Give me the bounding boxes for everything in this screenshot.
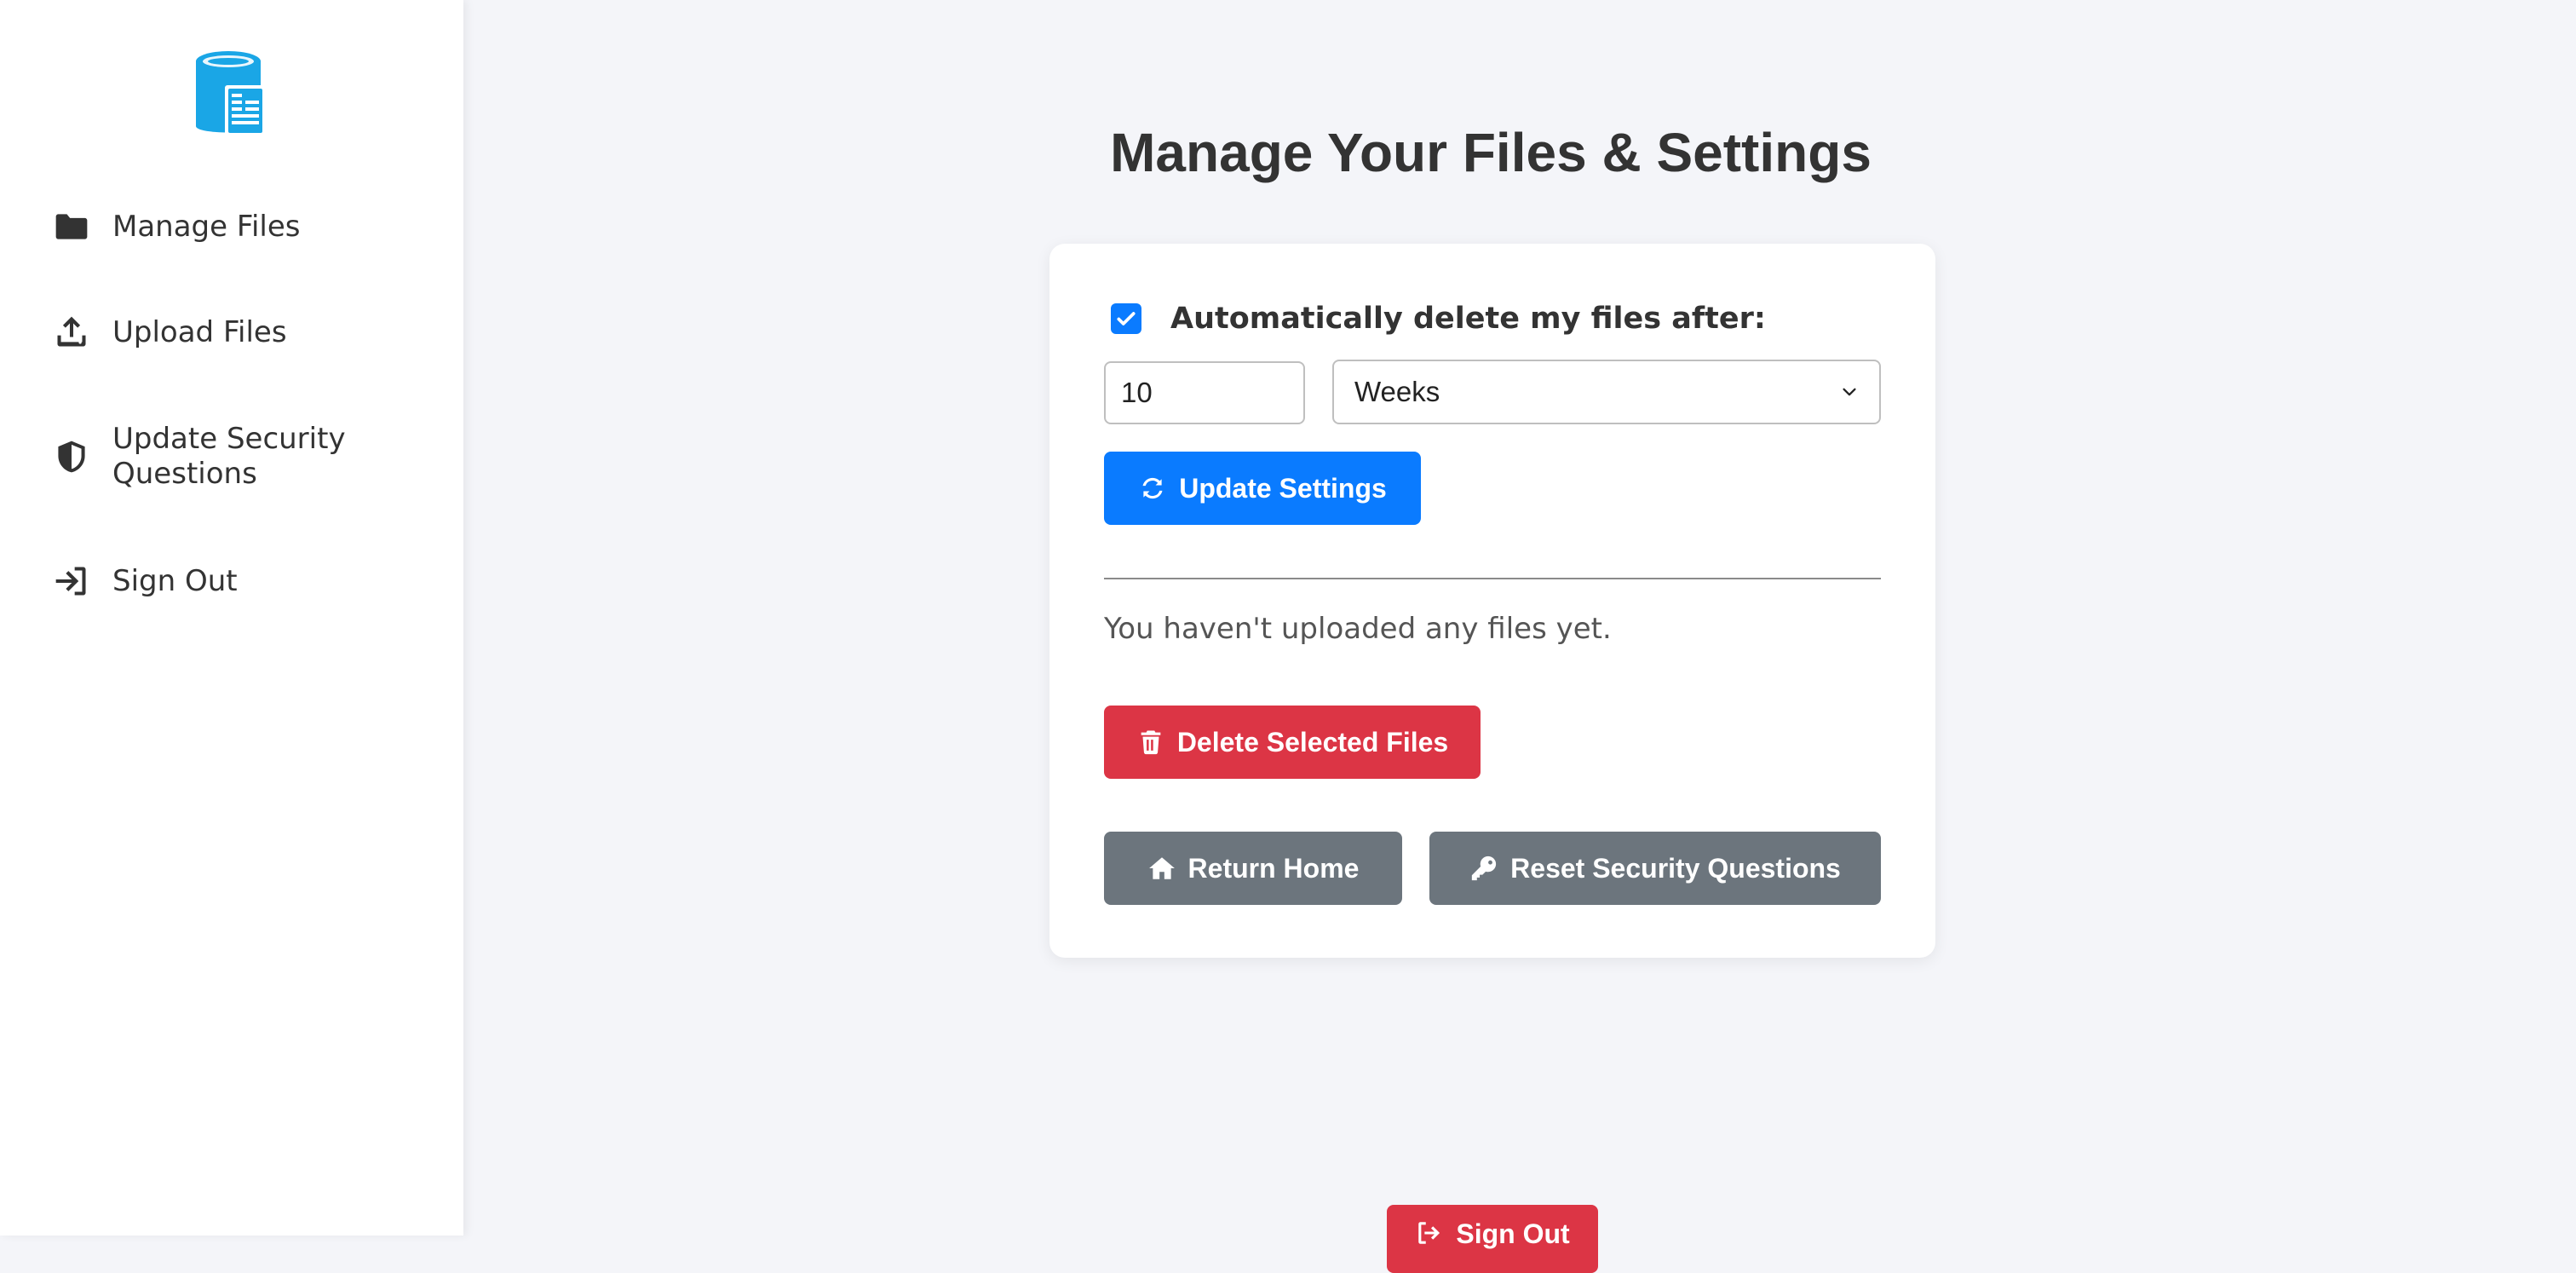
auto-delete-checkbox[interactable] xyxy=(1111,303,1141,334)
refresh-icon xyxy=(1142,477,1163,499)
sidebar-item-label: Manage Files xyxy=(112,209,301,244)
sidebar-item-label: Sign Out xyxy=(112,563,238,598)
footer-sign-out-label: Sign Out xyxy=(1456,1218,1570,1249)
delete-selected-files-label: Delete Selected Files xyxy=(1176,726,1449,757)
duration-unit-select[interactable]: Weeks xyxy=(1332,360,1881,424)
upload-icon xyxy=(51,312,92,353)
database-document-icon xyxy=(194,49,267,140)
delete-selected-files-button[interactable]: Delete Selected Files xyxy=(1104,706,1481,779)
check-icon xyxy=(1117,312,1136,325)
sidebar-item-update-security-questions[interactable]: Update Security Questions xyxy=(51,422,409,492)
chevron-down-icon xyxy=(1843,388,1856,396)
empty-files-message: You haven't uploaded any files yet. xyxy=(1104,612,1612,646)
return-home-button[interactable]: Return Home xyxy=(1104,832,1402,905)
home-icon xyxy=(1148,857,1175,879)
auto-delete-label: Automatically delete my files after: xyxy=(1170,302,1766,336)
sidebar-item-upload-files[interactable]: Upload Files xyxy=(51,312,443,353)
sidebar-item-label: Upload Files xyxy=(112,314,287,349)
settings-card: Automatically delete my files after: Wee… xyxy=(1049,244,1935,958)
trash-icon xyxy=(1141,730,1161,755)
duration-input[interactable] xyxy=(1104,361,1305,424)
folder-icon xyxy=(51,206,92,247)
sidebar-item-manage-files[interactable]: Manage Files xyxy=(51,206,443,247)
sidebar-item-sign-out[interactable]: Sign Out xyxy=(51,561,443,602)
reset-security-questions-label: Reset Security Questions xyxy=(1510,852,1841,884)
update-settings-button[interactable]: Update Settings xyxy=(1104,452,1421,525)
footer-sign-out-button[interactable]: Sign Out xyxy=(1387,1205,1598,1273)
update-settings-label: Update Settings xyxy=(1179,472,1387,504)
key-icon xyxy=(1471,855,1497,881)
divider xyxy=(1104,578,1881,579)
duration-unit-value: Weeks xyxy=(1354,376,1440,407)
sidebar: Manage Files Upload Files Update Securit… xyxy=(0,0,463,1236)
reset-security-questions-button[interactable]: Reset Security Questions xyxy=(1429,832,1881,905)
page-title: Manage Your Files & Settings xyxy=(1110,122,1872,183)
auto-delete-row: Automatically delete my files after: xyxy=(1111,302,1766,336)
return-home-label: Return Home xyxy=(1187,852,1360,884)
sidebar-item-label: Update Security Questions xyxy=(112,422,346,491)
shield-icon xyxy=(51,436,92,477)
sign-out-icon xyxy=(1418,1222,1440,1244)
sign-in-arrow-icon xyxy=(51,561,92,602)
